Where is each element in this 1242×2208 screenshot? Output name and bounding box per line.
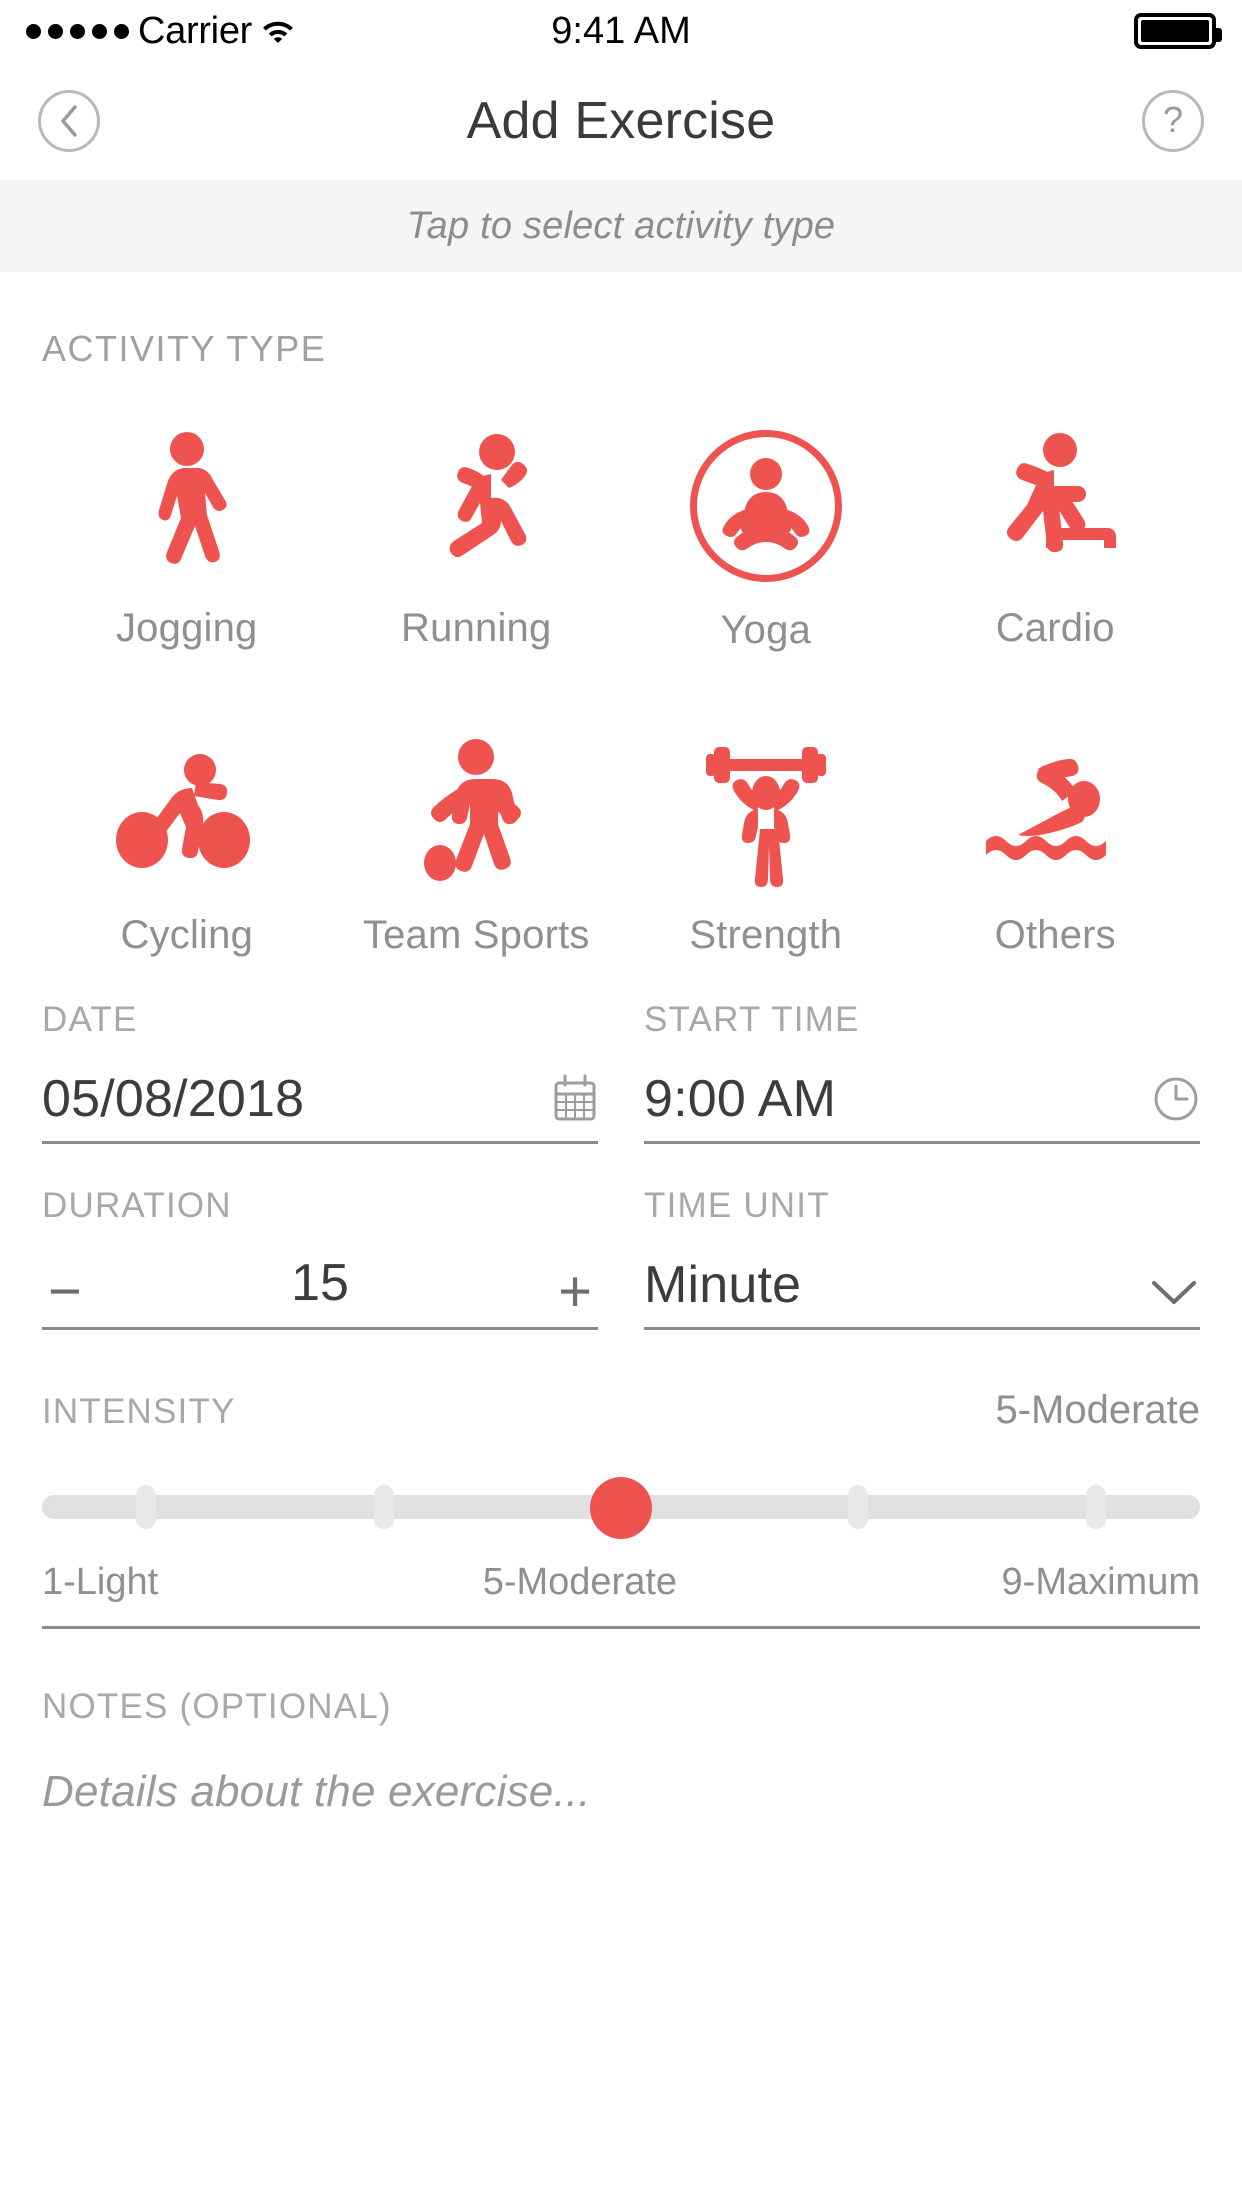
date-label: DATE: [42, 1000, 138, 1039]
activity-option-others[interactable]: Others: [911, 703, 1201, 958]
exercise-form: DATE 05/08/2018 START TIME 9:00 AM DURAT…: [0, 1000, 1242, 1330]
slider-thumb[interactable]: [590, 1477, 652, 1539]
calendar-icon[interactable]: [552, 1073, 598, 1127]
intensity-scale-min: 1-Light: [42, 1561, 159, 1603]
walking-person-icon: [107, 430, 267, 580]
intensity-scale: 1-Light 5-Moderate 9-Maximum: [42, 1561, 1200, 1604]
back-button[interactable]: [38, 90, 100, 152]
soccer-player-icon: [396, 737, 556, 887]
activity-hint-banner: Tap to select activity type: [0, 180, 1242, 272]
activity-option-label: Jogging: [115, 606, 258, 650]
start-time-field-group: START TIME 9:00 AM: [644, 1000, 1200, 1144]
notes-input[interactable]: Details about the exercise...: [42, 1767, 1200, 1817]
duration-label: DURATION: [42, 1186, 232, 1225]
activity-option-label: Cycling: [120, 913, 254, 957]
carrier-label: Carrier: [138, 9, 253, 52]
swimmer-icon: [975, 737, 1135, 887]
status-bar-right: [691, 13, 1223, 49]
svg-text:?: ?: [1163, 99, 1183, 140]
intensity-current-value: 5-Moderate: [995, 1388, 1200, 1432]
activity-option-strength[interactable]: Strength: [621, 703, 911, 958]
duration-unit-row: DURATION − 15 + TIME UNIT Minute: [42, 1186, 1200, 1330]
notes-label: NOTES (OPTIONAL): [42, 1687, 392, 1726]
activity-option-yoga[interactable]: Yoga: [621, 420, 911, 653]
start-time-label: START TIME: [644, 1000, 860, 1039]
activity-hint-text: Tap to select activity type: [406, 204, 836, 247]
slider-tick: [1085, 1485, 1106, 1529]
lotus-pose-icon: [689, 430, 842, 582]
date-value: 05/08/2018: [42, 1070, 305, 1129]
duration-field-group: DURATION − 15 +: [42, 1186, 598, 1330]
duration-decrement-button[interactable]: −: [42, 1263, 88, 1320]
activity-option-team-sports[interactable]: Team Sports: [332, 703, 622, 958]
running-person-icon: [396, 430, 556, 580]
date-time-row: DATE 05/08/2018 START TIME 9:00 AM: [42, 1000, 1200, 1144]
chevron-down-icon[interactable]: [1148, 1275, 1200, 1313]
activity-type-label: ACTIVITY TYPE: [42, 328, 327, 369]
activity-option-cycling[interactable]: Cycling: [42, 703, 332, 958]
date-input[interactable]: 05/08/2018: [42, 1058, 598, 1144]
cyclist-icon: [107, 737, 267, 887]
time-unit-label: TIME UNIT: [644, 1186, 830, 1225]
intensity-scale-mid: 5-Moderate: [482, 1561, 678, 1603]
activity-option-label: Running: [401, 606, 552, 650]
status-bar-left: Carrier: [26, 10, 551, 53]
signal-strength-icon: [26, 23, 129, 39]
time-unit-field-group: TIME UNIT Minute: [644, 1186, 1200, 1330]
intensity-scale-max: 9-Maximum: [1001, 1561, 1200, 1603]
navigation-bar: Add Exercise ?: [0, 62, 1242, 180]
activity-option-cardio[interactable]: Cardio: [911, 420, 1201, 653]
activity-option-jogging[interactable]: Jogging: [42, 420, 332, 653]
chevron-left-icon: [61, 105, 77, 137]
intensity-label: INTENSITY: [42, 1392, 236, 1431]
duration-value: 15: [291, 1254, 349, 1312]
wifi-icon: [261, 18, 295, 44]
intensity-divider: [42, 1626, 1200, 1629]
activity-type-grid-row-2: Cycling Team Sports Strength Others: [42, 703, 1200, 958]
notes-section: NOTES (OPTIONAL) Details about the exerc…: [0, 1687, 1242, 1817]
activity-option-label: Team Sports: [362, 913, 590, 957]
slider-tick: [136, 1485, 157, 1529]
duration-increment-button[interactable]: +: [552, 1263, 598, 1320]
status-bar-clock: 9:41 AM: [551, 9, 691, 52]
start-time-input[interactable]: 9:00 AM: [644, 1058, 1200, 1144]
time-unit-select[interactable]: Minute: [644, 1244, 1200, 1330]
intensity-header: INTENSITY 5-Moderate: [42, 1388, 1200, 1433]
intensity-section: INTENSITY 5-Moderate 1-Light 5-Moderate …: [0, 1388, 1242, 1629]
activity-option-label: Others: [994, 913, 1116, 957]
help-button[interactable]: ?: [1142, 90, 1204, 152]
step-aerobics-icon: [975, 430, 1135, 580]
slider-tick: [373, 1485, 394, 1529]
activity-option-running[interactable]: Running: [332, 420, 622, 653]
activity-type-grid-row-1: Jogging Running Yoga Cardio: [42, 420, 1200, 653]
intensity-slider[interactable]: [42, 1477, 1200, 1539]
activity-option-label: Cardio: [995, 606, 1115, 650]
status-bar: Carrier 9:41 AM: [0, 0, 1242, 62]
duration-stepper[interactable]: − 15 +: [42, 1244, 598, 1330]
date-field-group: DATE 05/08/2018: [42, 1000, 598, 1144]
weightlifter-icon: [686, 737, 846, 887]
battery-full-icon: [1134, 13, 1223, 49]
page-title: Add Exercise: [466, 92, 776, 150]
activity-type-section: ACTIVITY TYPE Jogging Running Yoga Cardi…: [0, 272, 1242, 958]
activity-option-label: Strength: [689, 913, 843, 957]
activity-option-label: Yoga: [720, 608, 812, 652]
start-time-value: 9:00 AM: [644, 1070, 837, 1129]
clock-icon[interactable]: [1152, 1075, 1200, 1127]
time-unit-value: Minute: [644, 1256, 802, 1315]
slider-tick: [848, 1485, 869, 1529]
question-mark-icon: ?: [1163, 99, 1183, 140]
